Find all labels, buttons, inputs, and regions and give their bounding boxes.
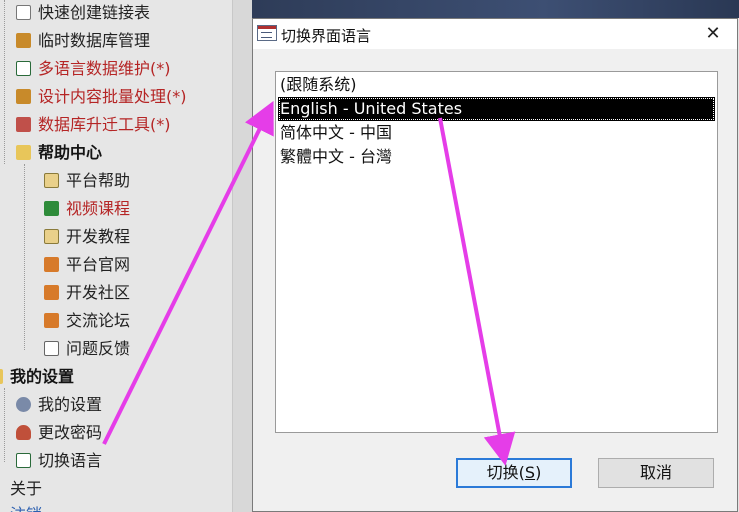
dialog-title: 切换界面语言 xyxy=(281,27,372,45)
language-listbox[interactable]: (跟随系统) English - United States 简体中文 - 中国… xyxy=(275,71,718,433)
tree-scrollbar[interactable] xyxy=(232,0,253,512)
spreadsheet-icon xyxy=(16,61,31,76)
language-option-simplified-chinese[interactable]: 简体中文 - 中国 xyxy=(278,121,715,145)
user-icon xyxy=(16,425,31,440)
dialog-titlebar[interactable]: 切换界面语言 ✕ xyxy=(253,19,737,49)
switch-button-mnemonic: S xyxy=(524,463,536,482)
close-icon[interactable]: ✕ xyxy=(695,21,731,47)
home-icon xyxy=(44,285,59,300)
screen: 快速创建链接表 临时数据库管理 多语言数据维护(*) 设计内容批量处理(*) 数… xyxy=(0,0,739,512)
switch-button[interactable]: 切换(S) xyxy=(456,458,572,488)
database-icon xyxy=(16,89,31,104)
cancel-button[interactable]: 取消 xyxy=(598,458,714,488)
folder-open-icon xyxy=(16,145,31,160)
switch-language-dialog: 切换界面语言 ✕ (跟随系统) English - United States … xyxy=(252,18,738,512)
home-icon xyxy=(44,257,59,272)
folder-icon xyxy=(0,369,3,384)
link-icon xyxy=(16,5,31,20)
help-icon xyxy=(44,173,59,188)
spreadsheet-icon xyxy=(16,453,31,468)
settings-icon xyxy=(16,397,31,412)
window-icon xyxy=(257,25,277,41)
tools-icon xyxy=(16,117,31,132)
tree-connector xyxy=(4,0,5,164)
database-icon xyxy=(16,33,31,48)
switch-button-label-end: ) xyxy=(535,463,542,482)
play-icon xyxy=(44,201,59,216)
language-option-traditional-chinese[interactable]: 繁體中文 - 台灣 xyxy=(278,145,715,169)
tree-connector xyxy=(24,164,25,350)
language-option-system[interactable]: (跟随系统) xyxy=(278,73,715,97)
switch-button-label: 切换( xyxy=(486,463,525,482)
home-icon xyxy=(44,313,59,328)
navigation-tree: 快速创建链接表 临时数据库管理 多语言数据维护(*) 设计内容批量处理(*) 数… xyxy=(0,0,236,512)
expander-icon[interactable]: ◆ xyxy=(0,507,3,512)
edit-icon xyxy=(44,341,59,356)
tree-connector xyxy=(4,388,5,462)
language-option-english[interactable]: English - United States xyxy=(278,97,715,121)
expander-icon[interactable]: ◆ xyxy=(0,481,3,496)
background-window xyxy=(252,0,739,18)
help-icon xyxy=(44,229,59,244)
